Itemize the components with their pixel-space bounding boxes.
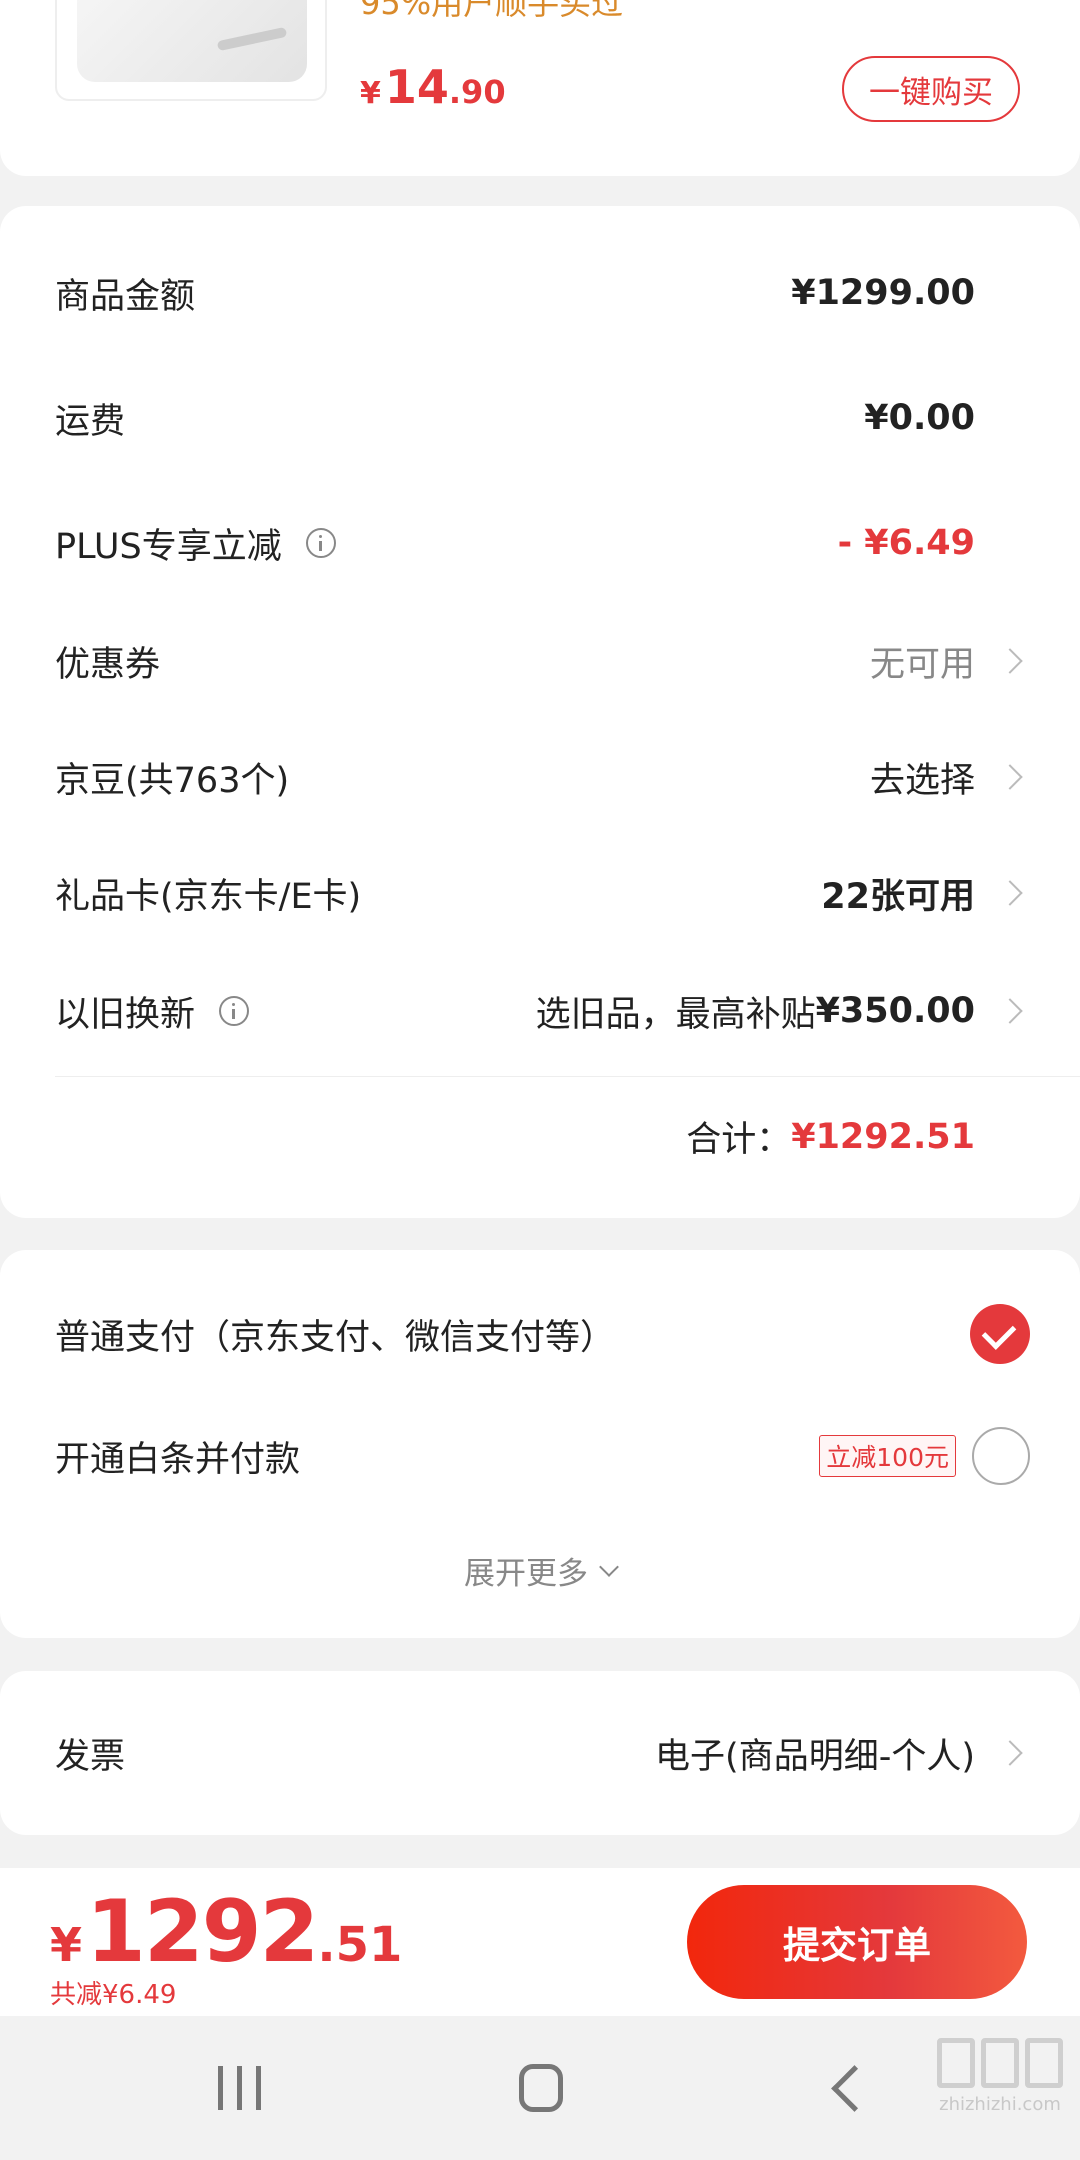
divider	[55, 1076, 1080, 1077]
row-value-prefix: 选旧品，最高补贴	[535, 994, 816, 1035]
row-coupon[interactable]: 优惠券 无可用	[55, 631, 1025, 691]
row-label: 以旧换新	[55, 994, 196, 1035]
row-goods-amount: 商品金额 ¥1299.00	[55, 263, 1025, 323]
payment-card: 普通支付（京东支付、微信支付等） 开通白条并付款 立减100元 展开更多	[0, 1250, 1080, 1638]
row-trade-in[interactable]: 以旧换新 选旧品，最高补贴 ¥350.00	[55, 981, 1025, 1041]
recent-apps-icon[interactable]	[218, 2066, 262, 2110]
chevron-down-icon	[599, 1556, 619, 1577]
row-jingdou[interactable]: 京豆(共763个) 去选择	[55, 747, 1025, 807]
expand-more-button[interactable]: 展开更多	[0, 1548, 1080, 1593]
chevron-right-icon	[997, 998, 1023, 1024]
row-label: PLUS专享立减	[55, 526, 282, 567]
invoice-value: 电子(商品明细-个人)	[655, 1736, 975, 1777]
order-summary-card: 商品金额 ¥1299.00 运费 ¥0.00 PLUS专享立减 - ¥6.49 …	[0, 206, 1080, 1218]
row-plus-discount: PLUS专享立减 - ¥6.49	[55, 513, 1025, 573]
checked-icon[interactable]	[970, 1304, 1030, 1364]
invoice-row[interactable]: 发票 电子(商品明细-个人)	[55, 1723, 1025, 1783]
chevron-right-icon	[997, 764, 1023, 790]
row-label: 商品金额	[55, 276, 196, 317]
invoice-label: 发票	[55, 1736, 126, 1777]
watermark-text: zhizhizhi.com	[939, 2094, 1061, 2115]
row-shipping: 运费 ¥0.00	[55, 388, 1025, 448]
chevron-right-icon	[997, 880, 1023, 906]
payment-option-baitiao[interactable]: 开通白条并付款 立减100元	[55, 1426, 1030, 1486]
row-value: 22张可用	[821, 876, 975, 917]
radio-unchecked-icon[interactable]	[972, 1427, 1030, 1485]
row-value: ¥1299.00	[791, 273, 975, 313]
row-label: 优惠券	[55, 644, 161, 685]
payment-option-label: 普通支付（京东支付、微信支付等）	[55, 1317, 616, 1358]
row-value: 无可用	[869, 644, 975, 685]
product-tagline: 95%用户顺手买过	[360, 0, 624, 22]
row-label: 运费	[55, 401, 126, 442]
invoice-card[interactable]: 发票 电子(商品明细-个人)	[0, 1671, 1080, 1835]
row-value: - ¥6.49	[837, 523, 975, 563]
info-icon[interactable]	[219, 996, 250, 1026]
saving-text: 共减¥6.49	[50, 1980, 177, 2010]
product-thumbnail[interactable]	[55, 0, 327, 101]
home-icon[interactable]	[519, 2064, 563, 2112]
total-row: 合计： ¥1292.51	[686, 1111, 975, 1162]
row-value: 去选择	[869, 760, 975, 801]
payment-option-label: 开通白条并付款	[55, 1439, 301, 1480]
row-gift-card[interactable]: 礼品卡(京东卡/E卡) 22张可用	[55, 863, 1025, 923]
back-icon[interactable]	[831, 2065, 878, 2112]
info-icon[interactable]	[305, 528, 336, 558]
row-label: 礼品卡(京东卡/E卡)	[55, 876, 362, 917]
submit-order-button[interactable]: 提交订单	[687, 1885, 1027, 1999]
total-value: ¥1292.51	[791, 1116, 975, 1157]
row-value: ¥350.00	[815, 991, 975, 1031]
watermark-logo	[930, 2038, 1070, 2088]
watermark: zhizhizhi.com	[930, 2038, 1070, 2115]
chevron-right-icon	[997, 648, 1023, 674]
payment-option-normal[interactable]: 普通支付（京东支付、微信支付等）	[55, 1304, 1030, 1364]
row-label: 京豆(共763个)	[55, 760, 290, 801]
row-value: ¥0.00	[864, 398, 975, 438]
bottom-checkout-bar: ¥ 1292 .51 共减¥6.49 提交订单	[0, 1868, 1080, 2016]
discount-badge: 立减100元	[819, 1435, 956, 1477]
product-image	[77, 0, 307, 82]
total-price: ¥ 1292 .51	[50, 1882, 403, 1982]
product-price: ¥ 14 .90	[360, 60, 506, 114]
one-click-buy-button[interactable]: 一键购买	[842, 56, 1020, 122]
total-label: 合计：	[686, 1120, 792, 1160]
chevron-right-icon	[997, 1740, 1023, 1766]
system-nav-bar: zhizhizhi.com	[0, 2016, 1080, 2160]
recommended-product-card: 95%用户顺手买过 ¥ 14 .90 一键购买	[0, 0, 1080, 176]
